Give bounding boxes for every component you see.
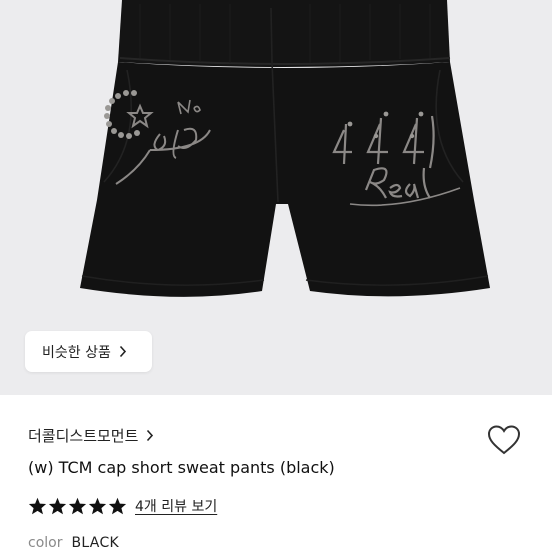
product-image-area[interactable]: 비슷한 상품 (0, 0, 552, 395)
similar-products-label: 비슷한 상품 (42, 344, 111, 361)
star-icon (48, 497, 67, 515)
color-value: BLACK (71, 535, 119, 551)
rating-row: 4개 리뷰 보기 (28, 496, 217, 516)
product-page: 비슷한 상품 더콜디스트모먼트 (w) TCM cap short sweat … (0, 0, 552, 552)
review-link[interactable]: 4개 리뷰 보기 (135, 496, 217, 516)
color-row: color BLACK (28, 535, 119, 551)
similar-products-button[interactable]: 비슷한 상품 (25, 331, 152, 372)
star-rating (28, 497, 127, 515)
heart-outline-icon[interactable] (486, 424, 522, 456)
brand-name: 더콜디스트모먼트 (28, 427, 139, 445)
brand-link[interactable]: 더콜디스트모먼트 (28, 425, 154, 446)
chevron-right-icon (119, 345, 127, 358)
product-title: (w) TCM cap short sweat pants (black) (28, 458, 335, 477)
star-icon (88, 497, 107, 515)
star-icon (108, 497, 127, 515)
color-label: color (28, 535, 63, 551)
star-icon (68, 497, 87, 515)
chevron-right-icon (146, 429, 154, 442)
star-icon (28, 497, 47, 515)
